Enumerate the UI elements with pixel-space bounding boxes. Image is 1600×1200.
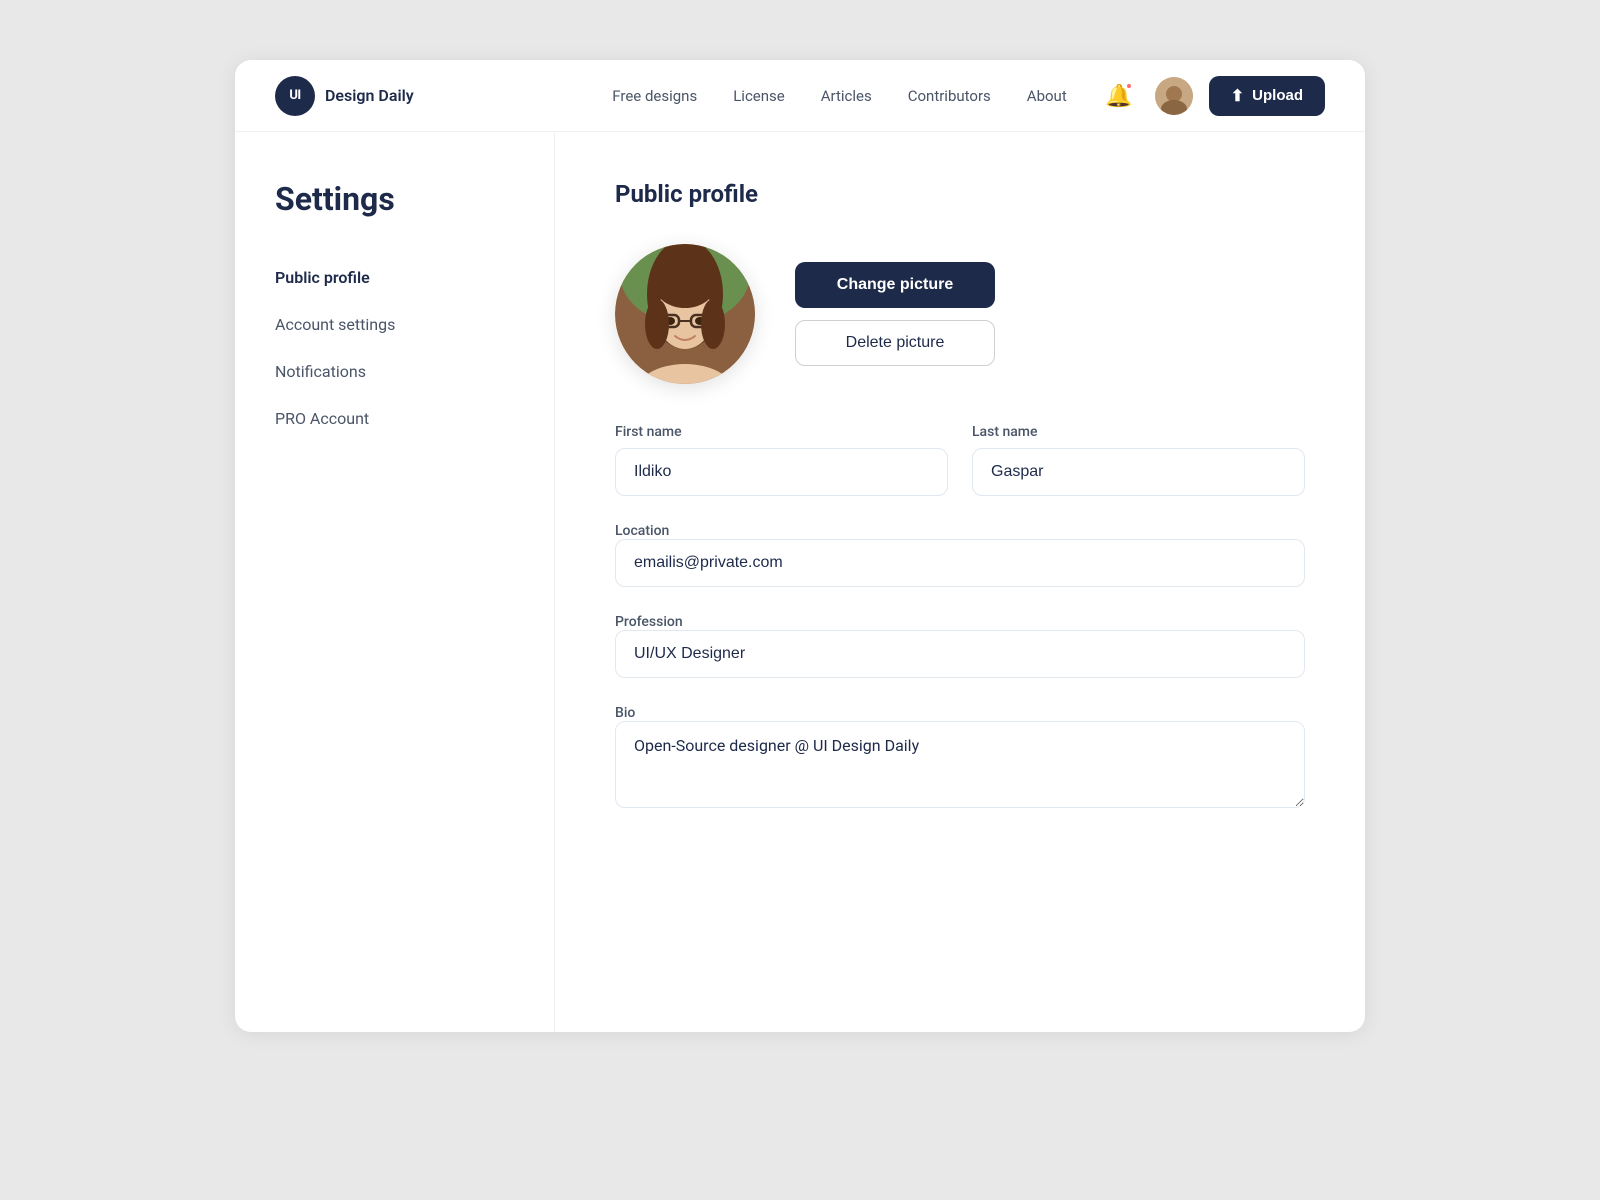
nav-actions: 🔔 ⬆ Upload	[1099, 76, 1325, 116]
upload-label: Upload	[1252, 87, 1303, 104]
nav-link-free-designs[interactable]: Free designs	[612, 87, 697, 105]
sidebar-item-public-profile[interactable]: Public profile	[275, 254, 514, 301]
user-avatar-image	[1155, 77, 1193, 115]
profession-label: Profession	[615, 614, 683, 630]
logo-area: UI Design Daily	[275, 76, 414, 116]
location-input[interactable]	[615, 539, 1305, 587]
logo-text: Design Daily	[325, 86, 414, 105]
notification-bell-button[interactable]: 🔔	[1099, 76, 1139, 116]
sidebar-item-notifications[interactable]: Notifications	[275, 348, 514, 395]
nav-link-license[interactable]: License	[733, 87, 785, 105]
sidebar-item-account-settings[interactable]: Account settings	[275, 301, 514, 348]
main-panel: Public profile	[555, 132, 1365, 1032]
location-group: Location	[615, 520, 1305, 587]
settings-title: Settings	[275, 180, 514, 218]
app-container: UI Design Daily Free designs License Art…	[235, 60, 1365, 1032]
section-title: Public profile	[615, 180, 1305, 208]
sidebar-item-pro-account[interactable]: PRO Account	[275, 395, 514, 442]
change-picture-button[interactable]: Change picture	[795, 262, 995, 308]
first-name-input[interactable]	[615, 448, 948, 496]
profile-avatar-image	[615, 244, 755, 384]
first-name-label: First name	[615, 424, 948, 440]
nav-links: Free designs License Articles Contributo…	[612, 87, 1066, 105]
notification-dot	[1125, 82, 1133, 90]
last-name-label: Last name	[972, 424, 1305, 440]
bio-textarea[interactable]: Open-Source designer @ UI Design Daily	[615, 721, 1305, 808]
upload-icon: ⬆	[1231, 86, 1244, 106]
navbar: UI Design Daily Free designs License Art…	[235, 60, 1365, 132]
profession-input[interactable]	[615, 630, 1305, 678]
user-avatar-nav[interactable]	[1155, 77, 1193, 115]
picture-area: Change picture Delete picture	[615, 244, 1305, 384]
last-name-group: Last name	[972, 424, 1305, 496]
bio-group: Bio Open-Source designer @ UI Design Dai…	[615, 702, 1305, 812]
location-label: Location	[615, 523, 669, 539]
profile-avatar	[615, 244, 755, 384]
nav-link-articles[interactable]: Articles	[821, 87, 872, 105]
nav-link-about[interactable]: About	[1027, 87, 1067, 105]
name-row: First name Last name	[615, 424, 1305, 496]
nav-link-contributors[interactable]: Contributors	[908, 87, 991, 105]
first-name-group: First name	[615, 424, 948, 496]
bio-label: Bio	[615, 705, 635, 721]
content-area: Settings Public profile Account settings…	[235, 132, 1365, 1032]
delete-picture-button[interactable]: Delete picture	[795, 320, 995, 366]
upload-button[interactable]: ⬆ Upload	[1209, 76, 1325, 116]
sidebar: Settings Public profile Account settings…	[235, 132, 555, 1032]
picture-buttons: Change picture Delete picture	[795, 262, 995, 366]
last-name-input[interactable]	[972, 448, 1305, 496]
profession-group: Profession	[615, 611, 1305, 678]
sidebar-nav: Public profile Account settings Notifica…	[275, 254, 514, 442]
logo-icon: UI	[275, 76, 315, 116]
